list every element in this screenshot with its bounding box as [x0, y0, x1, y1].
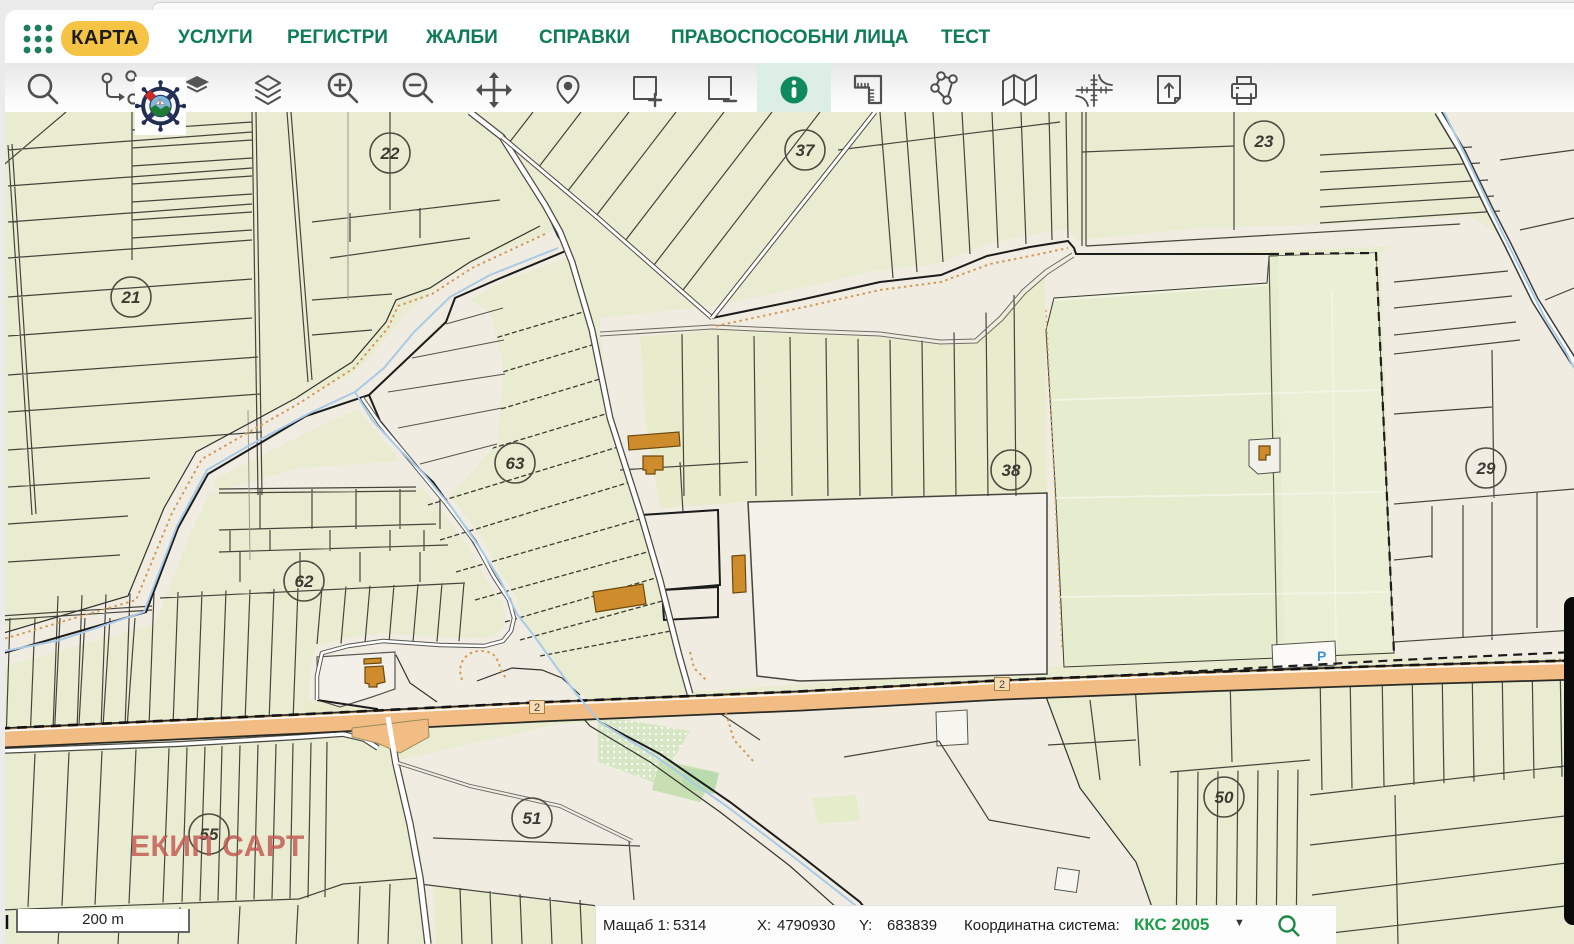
svg-text:38: 38: [1002, 461, 1021, 480]
svg-text:63: 63: [506, 454, 525, 473]
svg-text:2: 2: [534, 702, 540, 714]
svg-text:2: 2: [999, 679, 1005, 691]
svg-text:ЕКИП САРТ: ЕКИП САРТ: [130, 830, 305, 863]
svg-text:51: 51: [523, 809, 542, 828]
svg-text:21: 21: [121, 288, 141, 307]
svg-text:29: 29: [1476, 459, 1496, 478]
svg-text:50: 50: [1215, 788, 1234, 807]
svg-text:37: 37: [796, 141, 816, 160]
svg-text:P: P: [1317, 648, 1326, 664]
svg-text:62: 62: [295, 572, 314, 591]
svg-text:23: 23: [1254, 132, 1274, 151]
svg-text:22: 22: [380, 144, 400, 163]
